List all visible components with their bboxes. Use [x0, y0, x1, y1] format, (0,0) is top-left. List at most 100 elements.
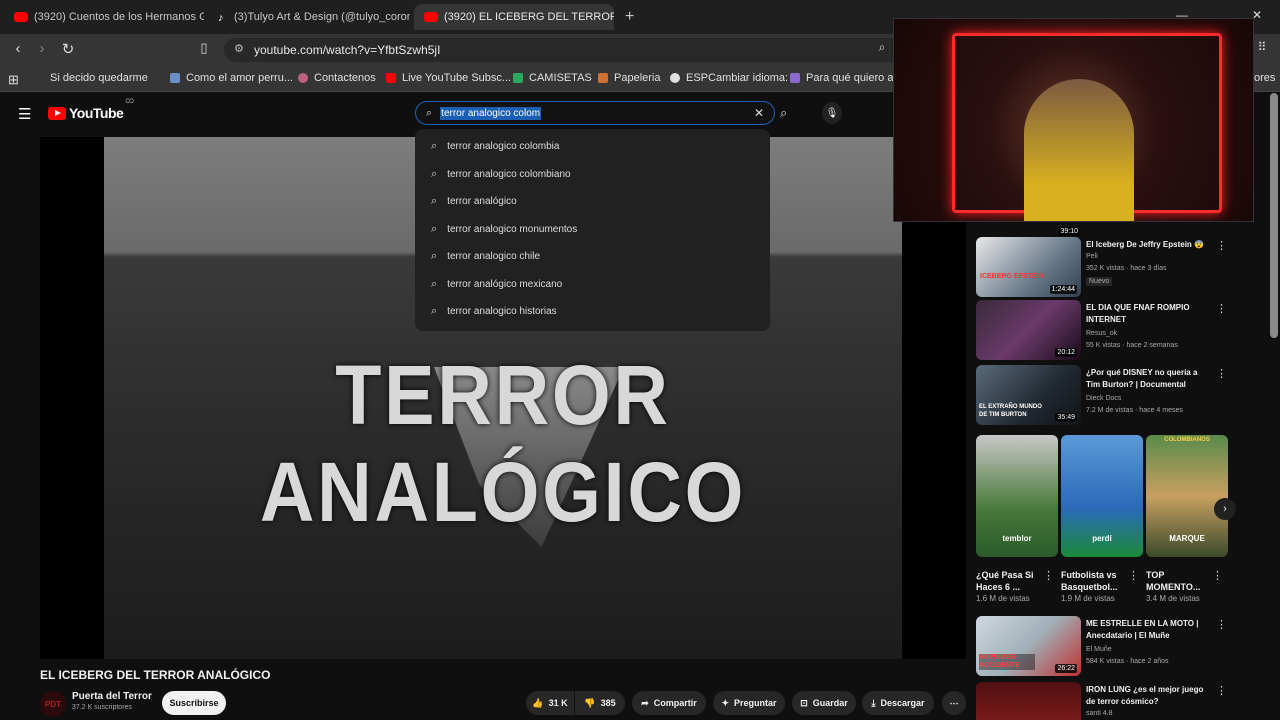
bookmark-item[interactable]: CAMISETAS: [513, 72, 592, 84]
bookmark-label: CAMISETAS: [529, 72, 592, 84]
sidebar-video-item[interactable]: EL EXTRAÑO MUNDO DE TIM BURTON 35:49 ¿Po…: [976, 365, 1236, 429]
download-icon: ⤓: [871, 697, 876, 708]
suggestion-item[interactable]: ⌕ terror analogico colombia: [415, 133, 770, 161]
clear-search-icon[interactable]: ✕: [754, 106, 764, 120]
bookmark-item[interactable]: Live YouTube Subsc...: [386, 72, 511, 84]
search-box[interactable]: ⌕ terror analogico colom ✕: [415, 101, 775, 125]
like-count: 31 K: [548, 698, 568, 708]
video-channel[interactable]: Dieck Docs: [1086, 395, 1121, 402]
video-title[interactable]: IRON LUNG ¿es el mejor juego de terror c…: [1086, 684, 1206, 708]
sidebar-video-item[interactable]: ICEBERG EPSTEIN 1:24:44 El Iceberg De Je…: [976, 237, 1236, 301]
bookmark-item[interactable]: ores: [1254, 72, 1275, 84]
subscribe-button[interactable]: Suscribirse: [162, 691, 226, 715]
more-vert-icon[interactable]: ⋮: [1043, 569, 1054, 582]
video-channel[interactable]: santi 4.8: [1086, 710, 1112, 717]
dislike-button[interactable]: 👎 385: [575, 691, 625, 715]
bookmark-item[interactable]: Si decido quedarme: [50, 72, 148, 84]
suggestion-item[interactable]: ⌕ terror analogico colombiano: [415, 161, 770, 189]
more-vert-icon[interactable]: ⋮: [1216, 367, 1227, 380]
apps-grid-icon[interactable]: ⊞: [8, 72, 19, 88]
thumbnail-text: MI PRIMER ACCIDENTE: [979, 654, 1035, 670]
search-input[interactable]: terror analogico colom: [440, 106, 542, 120]
suggestion-text: terror analógico: [447, 196, 517, 208]
suggestion-item[interactable]: ⌕ terror analogico monumentos: [415, 216, 770, 244]
video-thumbnail[interactable]: EL EXTRAÑO MUNDO DE TIM BURTON 35:49: [976, 365, 1081, 425]
sidebar-video-item[interactable]: IRON LUNG ¿es el mejor juego de terror c…: [976, 682, 1236, 720]
browser-tab-active[interactable]: (3920) EL ICEBERG DEL TERROR A ✕: [414, 4, 614, 30]
short-thumbnail[interactable]: temblor: [976, 435, 1058, 557]
video-title[interactable]: EL DIA QUE FNAF ROMPIO INTERNET: [1086, 302, 1206, 326]
scrollbar-thumb[interactable]: [1270, 93, 1278, 338]
url-text: youtube.com/watch?v=YfbtSzwh5jI: [254, 43, 441, 57]
more-actions-button[interactable]: ⋯: [942, 691, 966, 715]
short-title[interactable]: TOP MOMENTO...: [1146, 569, 1212, 593]
shorts-next-arrow-icon[interactable]: ›: [1214, 498, 1236, 520]
suggestion-item[interactable]: ⌕ terror analógico mexicano: [415, 271, 770, 299]
search-icon: ⌕: [431, 222, 438, 235]
video-title: EL ICEBERG DEL TERROR ANALÓGICO: [40, 668, 271, 682]
suggestion-item[interactable]: ⌕ terror analogico historias: [415, 298, 770, 326]
short-thumbnail[interactable]: perdí: [1061, 435, 1143, 557]
suggestion-text: terror analógico mexicano: [447, 278, 563, 290]
url-bar[interactable]: ⚙ youtube.com/watch?v=YfbtSzwh5jI: [224, 38, 904, 62]
back-icon[interactable]: ‹: [8, 40, 28, 57]
share-icon: ➦: [641, 697, 649, 708]
reload-icon[interactable]: ↻: [58, 40, 78, 58]
more-vert-icon[interactable]: ⋮: [1212, 569, 1223, 582]
download-button[interactable]: ⤓ Descargar: [862, 691, 934, 715]
microphone-icon[interactable]: 🎙: [822, 102, 842, 124]
sidebar-video-item[interactable]: 20:12 EL DIA QUE FNAF ROMPIO INTERNET Re…: [976, 300, 1236, 364]
video-channel[interactable]: Peli: [1086, 253, 1098, 260]
bookmark-icon[interactable]: ▯: [194, 40, 214, 56]
suggestion-item[interactable]: ⌕ terror analogico chile: [415, 243, 770, 271]
search-icon[interactable]: ⌕: [872, 40, 892, 55]
search-icon: ⌕: [431, 277, 438, 290]
video-duration: 26:22: [1055, 664, 1077, 673]
short-views: 3.4 M de vistas: [1146, 594, 1200, 603]
sidebar-video-item[interactable]: MI PRIMER ACCIDENTE 26:22 ME ESTRELLE EN…: [976, 616, 1236, 678]
more-vert-icon[interactable]: ⋮: [1128, 569, 1139, 582]
more-vert-icon[interactable]: ⋮: [1216, 302, 1227, 315]
video-thumbnail[interactable]: 20:12: [976, 300, 1081, 360]
new-tab-button[interactable]: +: [620, 4, 646, 30]
video-thumbnail[interactable]: ICEBERG EPSTEIN 1:24:44: [976, 237, 1081, 297]
suggestion-text: terror analogico colombia: [447, 141, 560, 153]
short-title[interactable]: Futbolista vs Basquetbol...: [1061, 569, 1127, 593]
save-button[interactable]: ⊡ Guardar: [792, 691, 856, 715]
like-button[interactable]: 👍 31 K: [526, 691, 574, 715]
bookmark-item[interactable]: Como el amor perru...: [170, 72, 293, 84]
bookmark-item[interactable]: Contactenos: [298, 72, 376, 84]
browser-tab[interactable]: (3920) Cuentos de los Hermanos Gri: [4, 4, 204, 30]
bookmark-item[interactable]: Papeleria: [598, 72, 660, 84]
share-button[interactable]: ➦ Compartir: [632, 691, 706, 715]
forward-icon[interactable]: ›: [32, 40, 52, 57]
search-button-icon[interactable]: ⌕: [780, 105, 787, 121]
hamburger-menu-icon[interactable]: ☰: [18, 105, 31, 123]
video-channel[interactable]: El Muñe: [1086, 646, 1112, 653]
bookmark-item[interactable]: ESPCambiar idioma:: [670, 72, 788, 84]
bookmark-item[interactable]: Para qué quiero asp: [790, 72, 905, 84]
video-title[interactable]: El Iceberg De Jeffry Epstein 😨: [1086, 239, 1206, 251]
short-title[interactable]: ¿Qué Pasa Si Haces 6 ...: [976, 569, 1042, 593]
browser-tab[interactable]: ♪ (3)Tulyo Art & Design (@tulyo_coron: [208, 4, 410, 30]
short-thumbnail[interactable]: COLOMBIANOS MARQUE: [1146, 435, 1228, 557]
channel-name[interactable]: Puerta del Terror: [72, 691, 152, 702]
more-vert-icon[interactable]: ⋮: [1216, 684, 1227, 697]
menu-grid-icon[interactable]: ⠿: [1252, 40, 1272, 54]
site-info-icon[interactable]: ⚙: [234, 42, 244, 55]
video-title[interactable]: ¿Por qué DISNEY no quería a Tim Burton? …: [1086, 367, 1206, 391]
suggestion-text: terror analogico monumentos: [447, 223, 578, 235]
sidebar-partial-item[interactable]: 39:10: [976, 224, 1236, 236]
channel-avatar[interactable]: PDT: [40, 691, 66, 717]
video-thumbnail[interactable]: [976, 682, 1081, 720]
ask-button[interactable]: ✦ Preguntar: [713, 691, 785, 715]
youtube-logo[interactable]: YouTube CO: [48, 99, 134, 121]
more-vert-icon[interactable]: ⋮: [1216, 239, 1227, 252]
video-channel[interactable]: Resus_ok: [1086, 330, 1117, 337]
video-thumbnail[interactable]: MI PRIMER ACCIDENTE 26:22: [976, 616, 1081, 676]
suggestion-item[interactable]: ⌕ terror analógico: [415, 188, 770, 216]
video-meta: 352 K vistas · hace 3 días: [1086, 265, 1167, 272]
more-vert-icon[interactable]: ⋮: [1216, 618, 1227, 631]
bookmark-label: Contactenos: [314, 72, 376, 84]
video-title[interactable]: ME ESTRELLE EN LA MOTO | Anecdatario | E…: [1086, 618, 1206, 642]
